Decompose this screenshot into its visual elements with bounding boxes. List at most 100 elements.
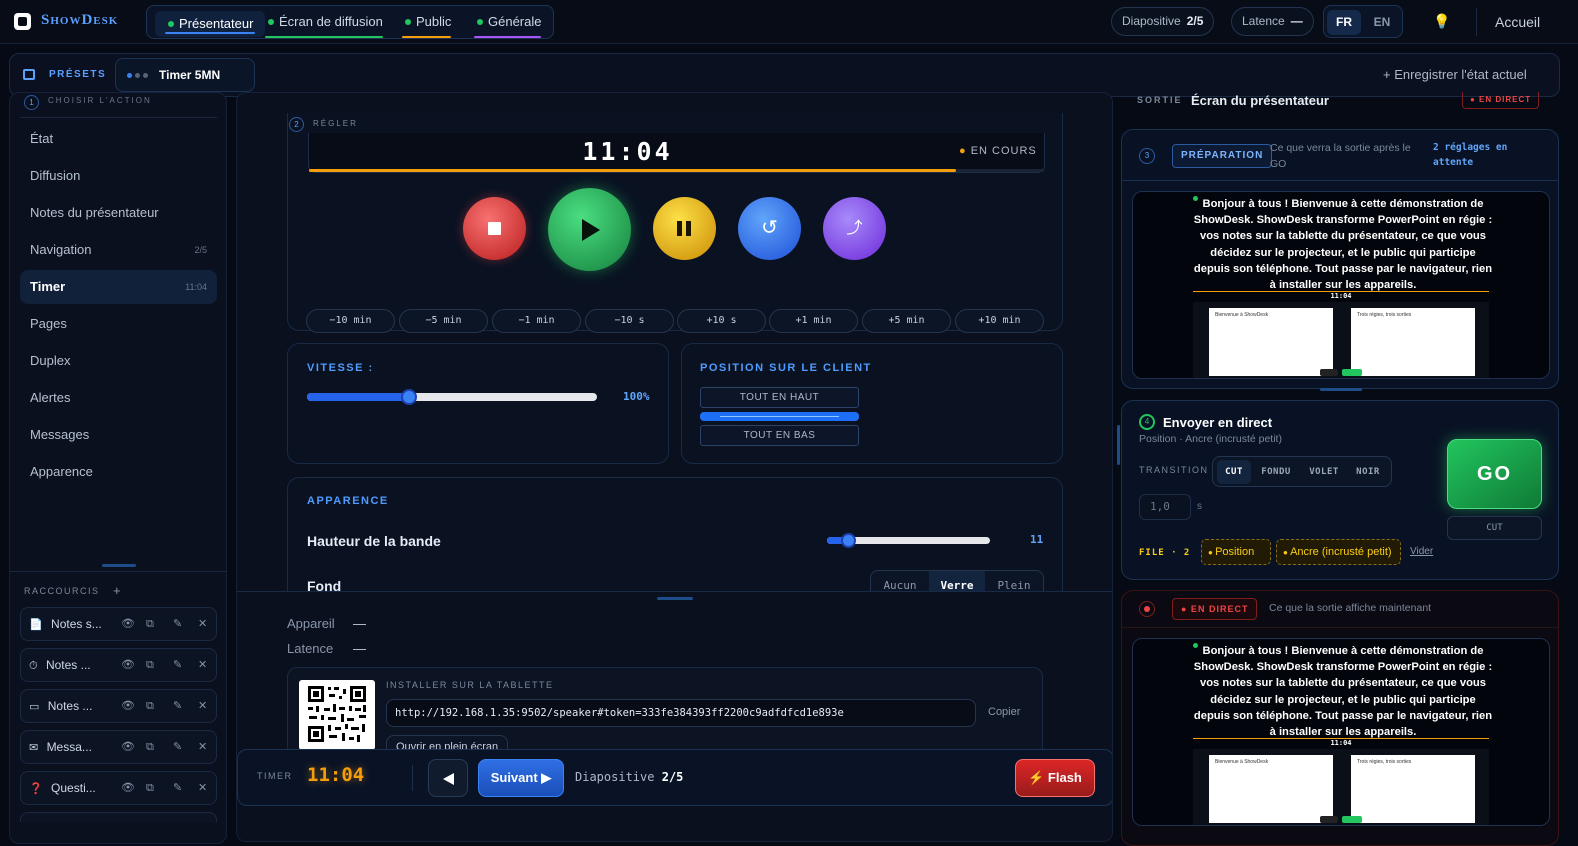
nav-item-pages[interactable]: Pages xyxy=(20,307,217,341)
nav-item-apparence[interactable]: Apparence xyxy=(20,455,217,489)
qr-code xyxy=(299,680,375,750)
transition-volet[interactable]: VOLET xyxy=(1303,460,1345,484)
close-icon[interactable]: ✕ xyxy=(198,608,207,640)
adjust-minus-10s[interactable]: −10 s xyxy=(585,309,674,333)
copy-icon[interactable]: ⧉ xyxy=(146,690,154,722)
install-title: INSTALLER SUR LA TABLETTE xyxy=(386,680,554,690)
go-button[interactable]: GO xyxy=(1447,439,1542,509)
shortcut-row[interactable]: 📄 Notes s... 👁 ⧉ ✎ ✕ xyxy=(20,607,217,641)
pause-button[interactable] xyxy=(653,197,716,260)
nav-item-etat[interactable]: État xyxy=(20,122,217,156)
eye-icon[interactable]: 👁 xyxy=(121,731,135,763)
queue-chip-anchor[interactable]: ● Ancre (incrusté petit) xyxy=(1276,539,1401,565)
stop-button[interactable] xyxy=(463,197,526,260)
add-shortcut-button[interactable]: + xyxy=(113,583,121,598)
dot-icon xyxy=(143,73,148,78)
close-icon[interactable]: ✕ xyxy=(198,649,207,681)
edit-icon[interactable]: ✎ xyxy=(173,690,182,722)
edit-icon[interactable]: ✎ xyxy=(173,608,182,640)
band-height-slider[interactable] xyxy=(827,533,990,548)
latency-label: Latence xyxy=(287,641,334,656)
band-height-value: 11 xyxy=(1030,533,1044,546)
copy-icon[interactable]: ⧉ xyxy=(146,649,154,681)
preview-slides: Bienvenue à ShowDesk Trois régies, trois… xyxy=(1193,302,1489,378)
preset-chip[interactable]: Timer 5MN xyxy=(115,58,255,92)
clear-queue-button[interactable]: Vider xyxy=(1410,546,1433,557)
adjust-minus-5min[interactable]: −5 min xyxy=(399,309,488,333)
duration-input[interactable]: 1,0 xyxy=(1139,494,1191,520)
edit-icon[interactable]: ✎ xyxy=(173,649,182,681)
tab-ecran-diffusion[interactable]: Écran de diffusion xyxy=(265,12,383,38)
position-middle-button[interactable] xyxy=(700,412,859,421)
shortcut-row[interactable]: ▭ Notes ... 👁 ⧉ ✎ ✕ xyxy=(20,689,217,723)
nav-item-navigation[interactable]: Navigation 2/5 xyxy=(20,233,217,267)
save-state-button[interactable]: + Enregistrer l'état actuel xyxy=(1383,67,1527,82)
transition-segmented: CUT FONDU VOLET NOIR xyxy=(1212,456,1392,487)
reset-button[interactable]: ↺ xyxy=(738,197,801,260)
adjust-plus-10s[interactable]: +10 s xyxy=(677,309,766,333)
nav-item-diffusion[interactable]: Diffusion xyxy=(20,159,217,193)
queue-chip-position[interactable]: ● Position xyxy=(1201,539,1271,565)
transition-cut[interactable]: CUT xyxy=(1217,460,1251,484)
resize-handle[interactable] xyxy=(1117,425,1120,465)
play-button[interactable] xyxy=(548,188,631,271)
adjust-plus-5min[interactable]: +5 min xyxy=(862,309,951,333)
adjust-minus-10min[interactable]: −10 min xyxy=(306,309,395,333)
lang-en-button[interactable]: EN xyxy=(1365,10,1399,35)
position-bottom-button[interactable]: TOUT EN BAS xyxy=(700,425,859,446)
transition-noir[interactable]: NOIR xyxy=(1349,460,1387,484)
tab-generale[interactable]: Générale xyxy=(474,12,542,38)
nav-item-timer[interactable]: Timer 11:04 xyxy=(20,270,217,304)
copy-icon[interactable]: ⧉ xyxy=(146,731,154,763)
tablet-url-field[interactable]: http://192.168.1.35:9502/speaker#token=3… xyxy=(386,699,976,727)
eye-icon[interactable]: 👁 xyxy=(121,649,135,681)
speed-slider[interactable] xyxy=(307,389,597,405)
resize-handle[interactable] xyxy=(657,597,693,600)
position-top-button[interactable]: TOUT EN HAUT xyxy=(700,387,859,408)
adjust-plus-10min[interactable]: +10 min xyxy=(955,309,1044,333)
shortcut-row[interactable]: ✉ Messa... 👁 ⧉ ✎ ✕ xyxy=(20,730,217,764)
jump-button[interactable]: ⤴ xyxy=(823,197,886,260)
copy-icon[interactable]: ⧉ xyxy=(146,772,154,804)
eye-icon[interactable]: 👁 xyxy=(121,608,135,640)
eye-icon[interactable]: 👁 xyxy=(121,772,135,804)
flash-button[interactable]: ⚡ Flash xyxy=(1015,759,1095,797)
adjust-minus-1min[interactable]: −1 min xyxy=(492,309,581,333)
close-icon[interactable]: ✕ xyxy=(198,731,207,763)
slider-knob[interactable] xyxy=(400,389,417,405)
copy-icon[interactable]: ⧉ xyxy=(146,608,154,640)
record-icon xyxy=(1139,601,1155,617)
nav-item-notes[interactable]: Notes du présentateur xyxy=(20,196,217,230)
shortcut-row[interactable]: ⏱ Notes ... 👁 ⧉ ✎ ✕ xyxy=(20,648,217,682)
mini-slide-2: Trois régies, trois sorties xyxy=(1351,755,1475,823)
next-button[interactable]: Suivant ▶ xyxy=(478,759,564,797)
preview-timer: 11:04 xyxy=(1330,739,1352,747)
prev-button[interactable] xyxy=(428,759,468,797)
lang-fr-button[interactable]: FR xyxy=(1327,10,1361,35)
tab-presentateur[interactable]: Présentateur xyxy=(155,11,266,37)
cut-button[interactable]: CUT xyxy=(1447,516,1542,540)
eye-icon[interactable]: 👁 xyxy=(121,690,135,722)
close-icon[interactable]: ✕ xyxy=(198,690,207,722)
shortcut-row[interactable] xyxy=(20,812,217,822)
mini-prev-icon xyxy=(1320,369,1338,376)
nav-item-messages[interactable]: Messages xyxy=(20,418,217,452)
preview-notes-text: Bonjour à tous ! Bienvenue à cette démon… xyxy=(1193,645,1493,739)
edit-icon[interactable]: ✎ xyxy=(173,772,182,804)
shortcut-row[interactable]: ❓ Questi... 👁 ⧉ ✎ ✕ xyxy=(20,771,217,805)
close-icon[interactable]: ✕ xyxy=(198,772,207,804)
lightbulb-icon[interactable]: 💡 xyxy=(1433,13,1450,30)
resize-handle[interactable] xyxy=(1320,388,1362,391)
top-bar: ShowDesk Présentateur Écran de diffusion… xyxy=(0,0,1578,44)
edit-icon[interactable]: ✎ xyxy=(173,731,182,763)
slider-knob[interactable] xyxy=(841,533,857,548)
adjust-plus-1min[interactable]: +1 min xyxy=(769,309,858,333)
nav-item-alertes[interactable]: Alertes xyxy=(20,381,217,415)
transition-fondu[interactable]: FONDU xyxy=(1255,460,1297,484)
tab-public[interactable]: Public xyxy=(402,12,452,38)
nav-item-duplex[interactable]: Duplex xyxy=(20,344,217,378)
home-link[interactable]: Accueil xyxy=(1495,14,1540,30)
resize-handle[interactable] xyxy=(102,564,136,567)
copy-button[interactable]: Copier xyxy=(988,706,1020,718)
queue-label: FILE · 2 xyxy=(1139,548,1191,558)
